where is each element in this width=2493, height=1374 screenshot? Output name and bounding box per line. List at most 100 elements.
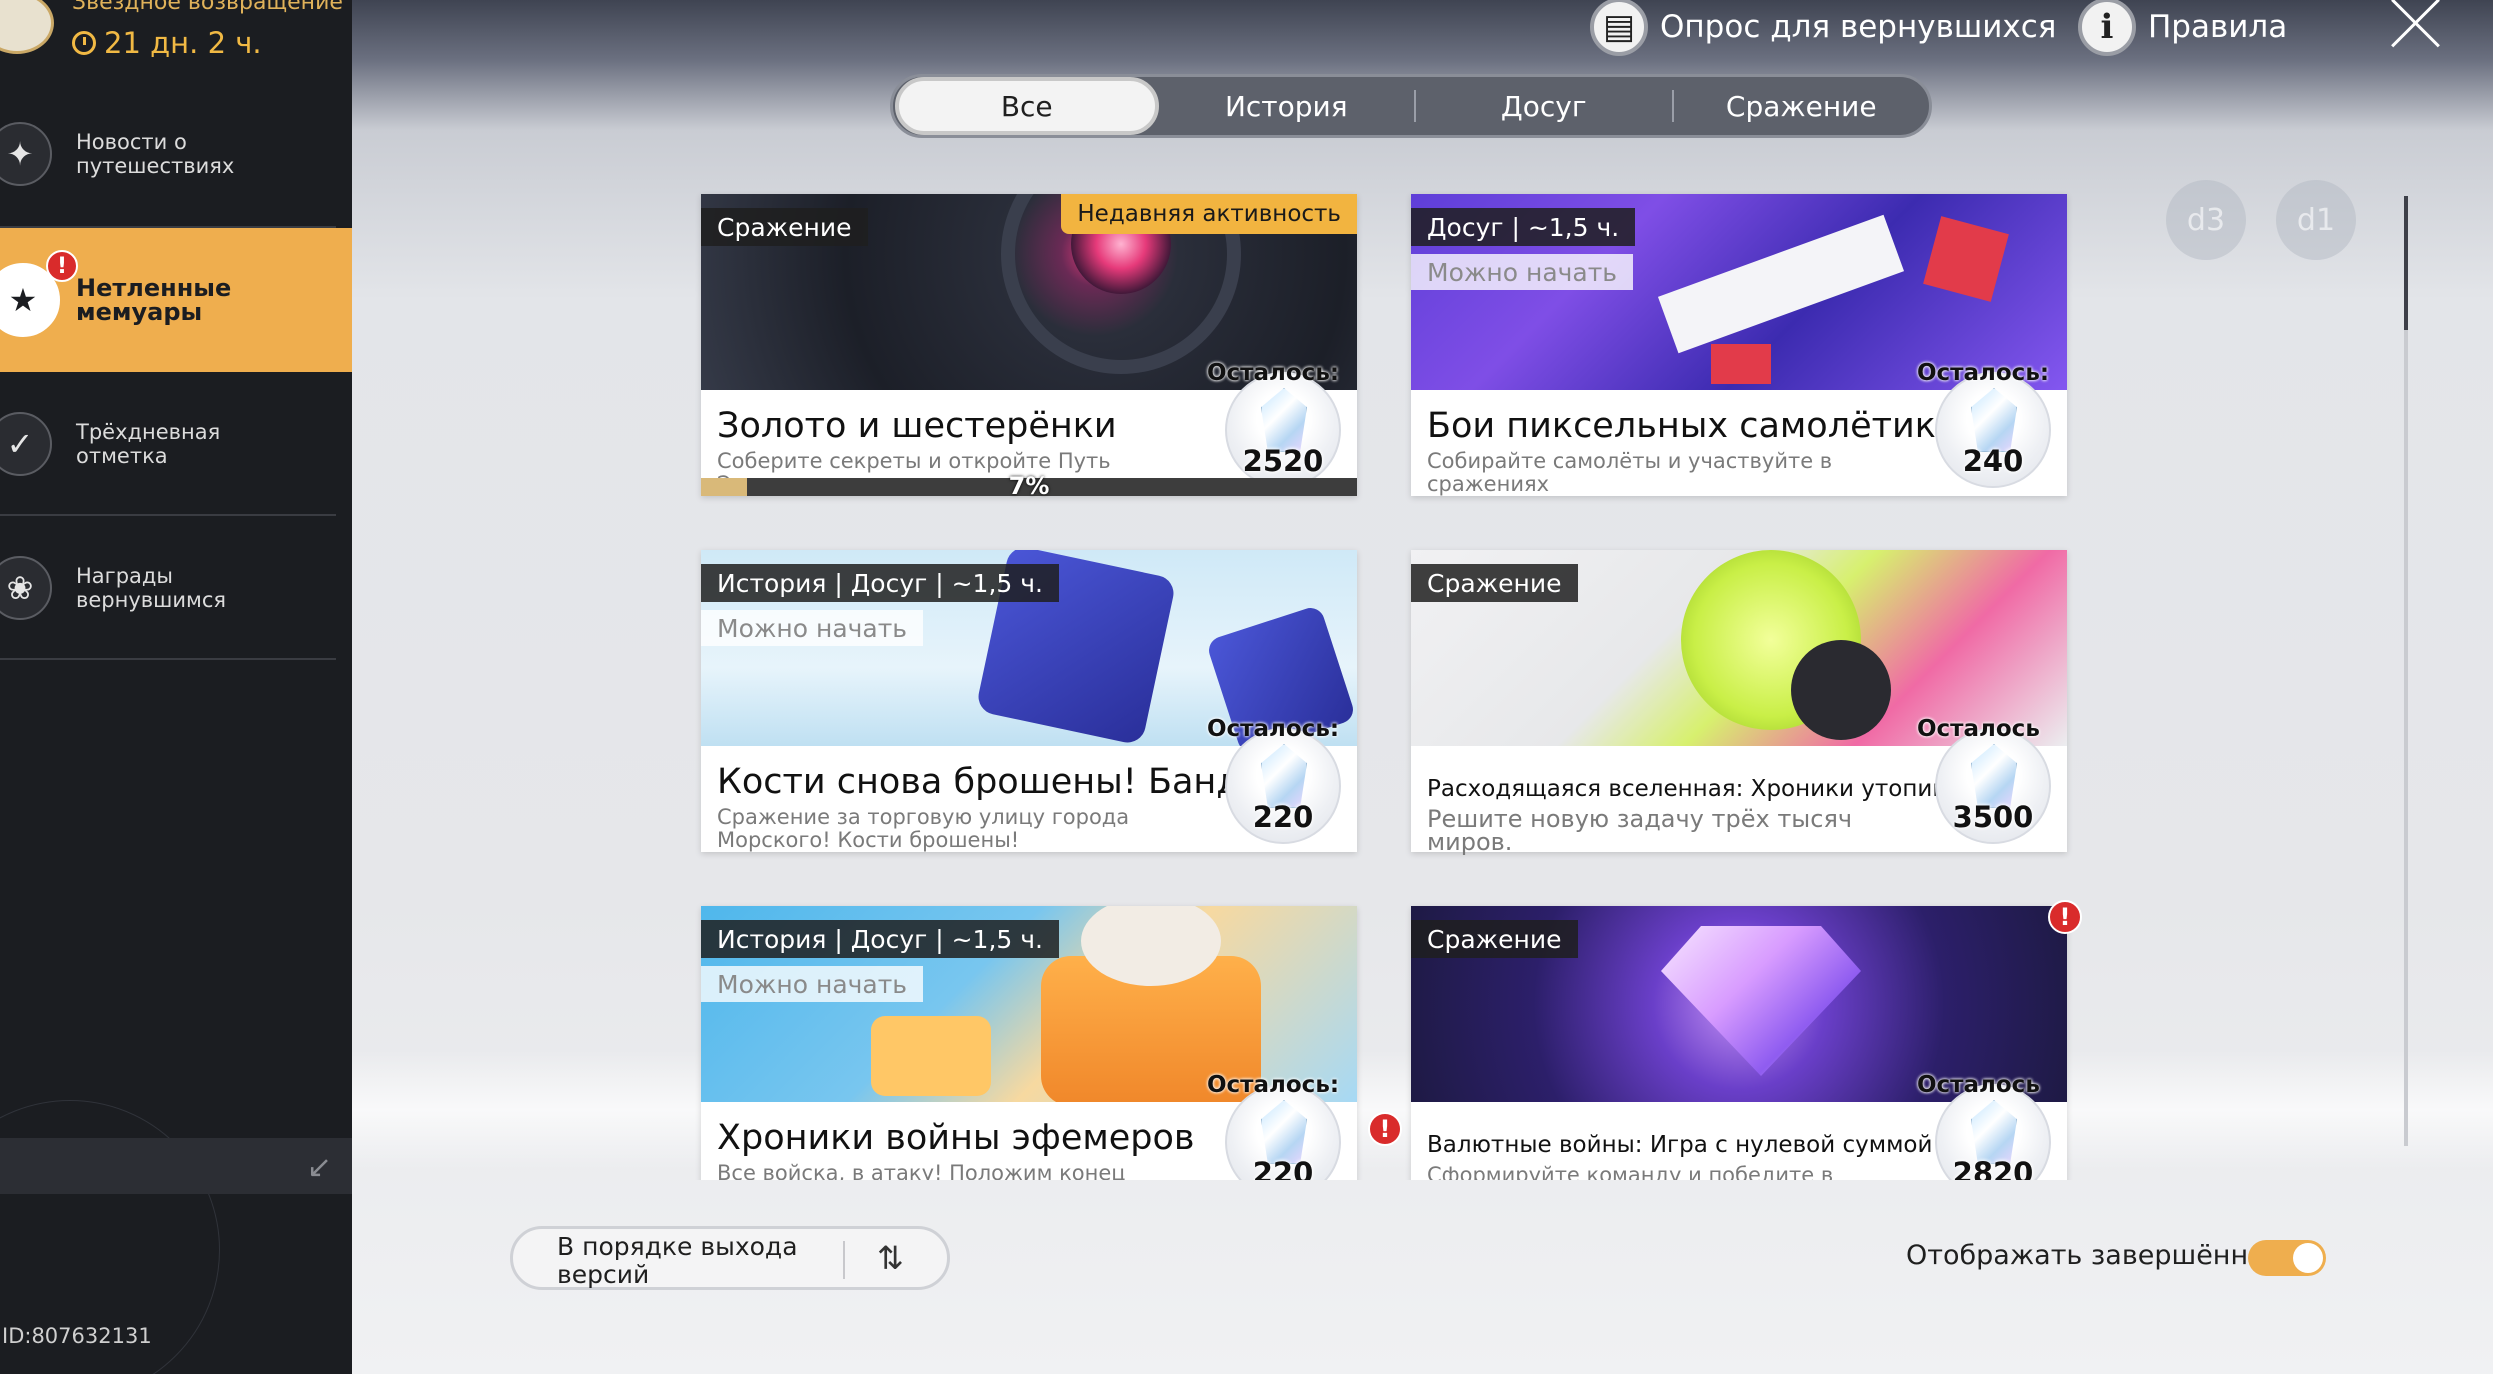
reward-gem: 2520	[1225, 372, 1341, 488]
sort-dropdown[interactable]: В порядке выхода версий ⇅	[510, 1226, 950, 1290]
clipboard-icon: ▤	[1590, 0, 1648, 56]
event-title: Кости снова брошены! Банда!	[717, 762, 1276, 802]
event-header: Звездное возвращение 21 дн. 2 ч.	[0, 0, 352, 80]
reward-gem: 240	[1935, 372, 2051, 488]
event-status: Можно начать	[701, 966, 924, 1002]
remaining-label: Осталось:	[1917, 360, 2050, 386]
survey-label: Опрос для вернувшихся	[1660, 9, 2057, 45]
category-tabs: Все История Досуг Сражение	[890, 74, 1932, 138]
crystal-icon	[1261, 388, 1307, 452]
toggle-knob	[2293, 1243, 2323, 1273]
pixel-block-decoration	[1711, 344, 1771, 384]
event-tag: Сражение	[701, 208, 868, 246]
reward-amount: 220	[1252, 800, 1314, 834]
reward-amount: 240	[1962, 444, 2024, 478]
close-icon[interactable]	[2388, 0, 2442, 50]
sort-arrows-icon[interactable]: ⇅	[877, 1239, 904, 1277]
event-title: Валютные войны: Игра с нулевой суммой	[1427, 1132, 1933, 1158]
event-tag: Досуг | ~1,5 ч.	[1411, 208, 1636, 246]
divider	[0, 658, 336, 660]
sidebar-item-label: Трёхдневная отметка	[76, 420, 221, 468]
timer-text: 21 дн. 2 ч.	[104, 26, 262, 60]
divider	[843, 1241, 845, 1279]
survey-button[interactable]: ▤ Опрос для вернувшихся	[1590, 0, 2057, 56]
reward-amount: 220	[1252, 1156, 1314, 1180]
event-tag: Сражение	[1411, 920, 1578, 958]
event-card[interactable]: История | Досуг | ~1,5 ч. Можно начать Х…	[701, 906, 1357, 1180]
event-title: Золото и шестерёнки	[717, 406, 1117, 446]
event-title: Звездное возвращение	[72, 0, 343, 15]
sidebar-item-news[interactable]: ✦ Новости о путешествиях	[0, 82, 336, 226]
tab-all[interactable]: Все	[895, 77, 1159, 135]
scrollbar-track[interactable]	[2404, 196, 2408, 1146]
event-card[interactable]: Сражение Недавняя активность Золото и ше…	[701, 194, 1357, 500]
event-logo-icon	[0, 0, 54, 54]
crystal-icon	[1261, 1100, 1307, 1164]
remaining-label: Осталось:	[1207, 360, 1340, 386]
tab-battle[interactable]: Сражение	[1674, 77, 1930, 135]
background-decoration: d1	[2276, 180, 2356, 260]
recent-activity-badge: Недавняя активность	[1061, 194, 1357, 234]
tab-leisure[interactable]: Досуг	[1416, 77, 1672, 135]
alert-badge-icon: !	[46, 250, 78, 282]
progress-bar: 7%	[701, 472, 1357, 500]
event-status: Можно начать	[701, 610, 924, 646]
alert-badge-icon: !	[1368, 1112, 1402, 1146]
creature-decoration	[871, 1016, 991, 1096]
event-card-list: Сражение Недавняя активность Золото и ше…	[690, 190, 2090, 1180]
sidebar-item-label: Нетленные мемуары	[76, 274, 232, 326]
sidebar-collapse-button[interactable]: ↙	[0, 1138, 352, 1194]
pixel-block-decoration	[1923, 216, 2009, 302]
plane-decoration	[1657, 214, 1905, 354]
show-completed-toggle[interactable]	[2248, 1240, 2326, 1276]
show-completed-label: Отображать завершённое	[1906, 1240, 2282, 1271]
reward-amount: 2820	[1952, 1156, 2034, 1180]
crystal-icon	[1971, 1100, 2017, 1164]
event-description: Сформируйте команду и победите в	[1427, 1163, 1834, 1181]
remaining-label: Осталось:	[1207, 1072, 1340, 1098]
remaining-label: Осталось:	[1207, 716, 1340, 742]
sidebar: Звездное возвращение 21 дн. 2 ч. ✦ Новос…	[0, 0, 352, 1374]
creature-decoration	[1791, 640, 1891, 740]
info-icon: i	[2078, 0, 2136, 56]
scrollbar-thumb[interactable]	[2404, 196, 2408, 330]
sidebar-item-label: Новости о путешествиях	[76, 130, 235, 178]
event-card[interactable]: Сражение Валютные войны: Игра с нулевой …	[1411, 906, 2067, 1180]
crystal-icon	[1261, 744, 1307, 808]
user-id: ID:807632131	[2, 1324, 152, 1348]
reward-amount: 3500	[1952, 800, 2034, 834]
reward-gem: 3500	[1935, 728, 2051, 844]
rules-button[interactable]: i Правила	[2078, 0, 2288, 56]
event-title: Бои пиксельных самолётиков	[1427, 406, 1978, 446]
sidebar-item-checkin[interactable]: ✓ Трёхдневная отметка	[0, 372, 336, 516]
remaining-label: Осталось	[1917, 716, 2040, 742]
remaining-label: Осталось	[1917, 1072, 2040, 1098]
rules-label: Правила	[2148, 9, 2288, 45]
diamond-decoration	[1661, 926, 1861, 1076]
sidebar-item-rewards[interactable]: ❀ Награды вернувшимся	[0, 516, 336, 660]
event-card[interactable]: Досуг | ~1,5 ч. Можно начать Бои пиксель…	[1411, 194, 2067, 496]
reward-gem: 220	[1225, 728, 1341, 844]
alert-badge-icon: !	[2048, 900, 2082, 934]
event-card[interactable]: Сражение Расходящаяся вселенная: Хроники…	[1411, 550, 2067, 856]
sidebar-item-memoirs[interactable]: ★ ! Нетленные мемуары	[0, 228, 352, 372]
event-title: Расходящаяся вселенная: Хроники утопии	[1427, 776, 1948, 802]
crystal-icon	[1971, 744, 2017, 808]
clock-icon	[72, 31, 96, 55]
background-decoration: d3	[2166, 180, 2246, 260]
event-status: Можно начать	[1411, 254, 1634, 290]
event-tag: Сражение	[1411, 564, 1578, 602]
event-description: Все войска, в атаку! Положим конец смутн…	[717, 1161, 1126, 1181]
event-timer: 21 дн. 2 ч.	[72, 26, 262, 60]
progress-text: 7%	[1008, 472, 1050, 500]
event-title: Хроники войны эфемеров	[717, 1118, 1195, 1158]
compass-icon: ✦	[0, 122, 52, 186]
event-description: Решите новую задачу трёх тысяч миров.	[1427, 805, 1853, 856]
sidebar-item-label: Награды вернувшимся	[76, 564, 227, 612]
event-card[interactable]: История | Досуг | ~1,5 ч. Можно начать К…	[701, 550, 1357, 852]
tab-story[interactable]: История	[1159, 77, 1415, 135]
collapse-arrow-icon: ↙	[306, 1150, 332, 1185]
crystal-icon	[1971, 388, 2017, 452]
event-tag: История | Досуг | ~1,5 ч.	[701, 920, 1059, 958]
event-description: Собирайте самолёты и участвуйте в сражен…	[1427, 449, 1833, 496]
